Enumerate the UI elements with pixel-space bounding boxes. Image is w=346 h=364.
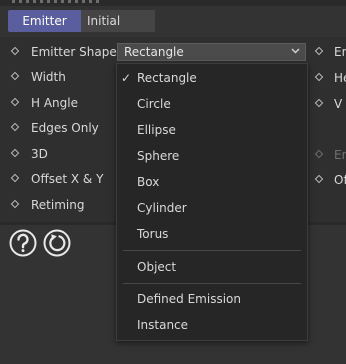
checkmark-icon: ✓ bbox=[121, 71, 132, 85]
menu-item-label: Cylinder bbox=[137, 201, 187, 215]
menu-item-object[interactable]: Object bbox=[117, 255, 307, 279]
reset-icon[interactable] bbox=[43, 229, 71, 257]
menu-item-label: Rectangle bbox=[137, 71, 197, 85]
keyframe-diamond-icon[interactable] bbox=[10, 199, 20, 209]
emitter-shape-select[interactable]: Rectangle bbox=[117, 43, 306, 61]
menu-item-ellipse[interactable]: Ellipse bbox=[117, 118, 307, 142]
menu-item-label: Ellipse bbox=[137, 123, 176, 137]
param-label: 3D bbox=[31, 147, 48, 161]
tab-bar: Emitter Initial State bbox=[8, 10, 155, 50]
menu-item-cylinder[interactable]: Cylinder bbox=[117, 196, 307, 220]
param-label: Offset X & Y bbox=[31, 172, 104, 186]
keyframe-diamond-icon[interactable] bbox=[10, 46, 20, 56]
help-icon[interactable] bbox=[9, 229, 37, 257]
param-label: Emitter Shape bbox=[31, 45, 117, 59]
menu-item-torus[interactable]: Torus bbox=[117, 222, 307, 246]
select-value: Rectangle bbox=[124, 45, 184, 59]
menu-item-label: Defined Emission bbox=[137, 292, 241, 306]
menu-item-label: Instance bbox=[137, 318, 189, 332]
keyframe-diamond-icon[interactable] bbox=[10, 97, 20, 107]
menu-item-sphere[interactable]: Sphere bbox=[117, 144, 307, 168]
param-label-right: Em bbox=[334, 45, 346, 59]
param-label: H Angle bbox=[31, 96, 78, 110]
top-strip bbox=[0, 0, 346, 6]
menu-item-label: Box bbox=[137, 175, 160, 189]
tab-emitter[interactable]: Emitter bbox=[8, 10, 81, 32]
menu-divider bbox=[123, 250, 301, 251]
param-label: Retiming bbox=[31, 198, 85, 212]
keyframe-diamond-icon[interactable] bbox=[10, 71, 20, 81]
keyframe-diamond-icon[interactable] bbox=[10, 122, 20, 132]
tab-initial-state[interactable]: Initial State bbox=[81, 10, 155, 50]
menu-item-circle[interactable]: Circle bbox=[117, 92, 307, 116]
emitter-shape-dropdown-menu: ✓ Rectangle Circle Ellipse Sphere Box Cy… bbox=[116, 63, 308, 341]
param-label-right: He bbox=[334, 71, 346, 85]
menu-item-label: Sphere bbox=[137, 149, 180, 163]
menu-divider bbox=[123, 283, 301, 284]
menu-item-label: Torus bbox=[137, 227, 169, 241]
menu-item-label: Object bbox=[137, 260, 177, 274]
keyframe-diamond-icon[interactable] bbox=[10, 148, 20, 158]
menu-item-rectangle[interactable]: ✓ Rectangle bbox=[117, 66, 307, 90]
param-label: Width bbox=[31, 70, 66, 84]
param-label-right: V A bbox=[334, 97, 346, 111]
menu-item-instance[interactable]: Instance bbox=[117, 313, 307, 337]
chevron-down-icon bbox=[291, 48, 300, 54]
menu-item-box[interactable]: Box bbox=[117, 170, 307, 194]
param-label: Edges Only bbox=[31, 121, 99, 135]
menu-item-defined-emission[interactable]: Defined Emission bbox=[117, 287, 307, 311]
menu-item-label: Circle bbox=[137, 97, 171, 111]
param-label-right: En bbox=[334, 148, 346, 162]
keyframe-diamond-icon[interactable] bbox=[10, 173, 20, 183]
param-label-right: Of bbox=[334, 173, 346, 187]
